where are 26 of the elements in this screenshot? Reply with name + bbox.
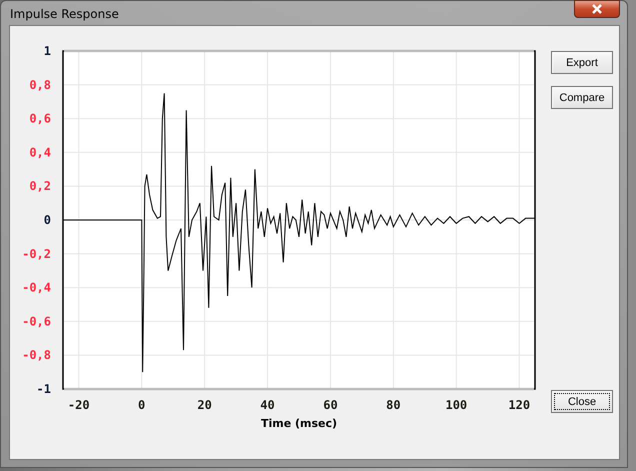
dialog-button[interactable]: Compare (551, 86, 613, 109)
x-tick-label: 80 (386, 398, 401, 412)
x-tick-label: 120 (508, 398, 530, 412)
x-tick-label: 40 (260, 398, 275, 412)
y-tick-label: -0,4 (22, 280, 51, 295)
x-tick-label: 60 (323, 398, 338, 412)
x-tick-label: -20 (68, 398, 90, 412)
y-tick-label: -1 (36, 382, 51, 396)
window-close-button[interactable] (574, 0, 620, 18)
y-tick-label: -0,2 (22, 246, 51, 261)
y-tick-label: -0,6 (22, 314, 51, 328)
y-tick-label: 0,2 (29, 179, 51, 194)
y-tick-label: 0,8 (29, 78, 51, 92)
y-tick-label: 1 (44, 44, 51, 58)
y-tick-label: 0,6 (29, 112, 51, 126)
y-tick-label: -0,8 (22, 348, 51, 362)
y-tick-label: 0 (44, 213, 51, 227)
x-axis-title: Time (msec) (260, 417, 338, 430)
dialog-button[interactable]: Export (551, 51, 613, 74)
window-title: Impulse Response (9, 6, 119, 21)
close-button[interactable]: Close (551, 390, 613, 413)
close-icon (591, 4, 603, 14)
x-tick-label: 20 (197, 398, 212, 412)
y-tick-label: 0,4 (29, 145, 51, 160)
x-tick-label: 0 (138, 398, 146, 412)
x-tick-label: 100 (446, 398, 468, 412)
